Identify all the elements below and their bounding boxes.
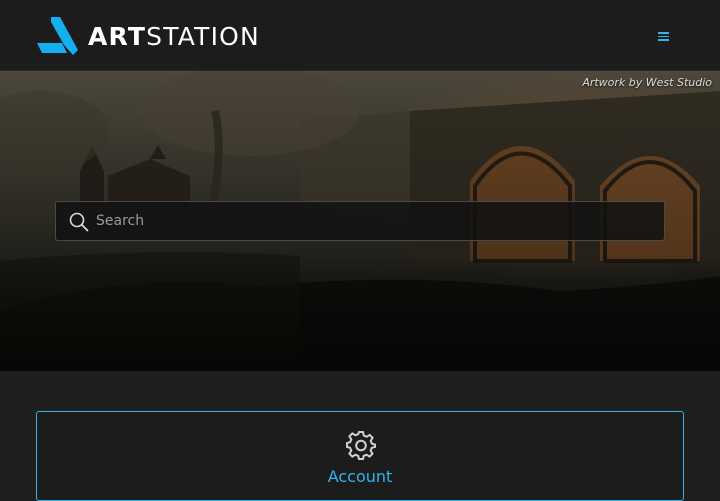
logo-wordmark: ARTSTATION [88,22,260,51]
hamburger-menu-icon[interactable] [658,30,676,44]
content-area: Account [0,371,720,501]
logo-wordmark-light: STATION [146,21,260,51]
search-icon [69,212,89,232]
artstation-logo[interactable]: ARTSTATION [36,17,260,55]
artstation-logo-icon [37,17,78,55]
search-box[interactable] [55,201,665,241]
logo-wordmark-bold: ART [88,21,147,51]
search-input[interactable] [96,202,656,240]
account-card[interactable]: Account [36,411,684,501]
artwork-credit[interactable]: Artwork by West Studio [582,76,712,89]
gear-icon [346,431,376,460]
hero-banner: Artwork by West Studio [0,71,720,371]
top-navigation-bar: ARTSTATION [0,0,720,71]
account-card-label: Account [327,467,393,486]
